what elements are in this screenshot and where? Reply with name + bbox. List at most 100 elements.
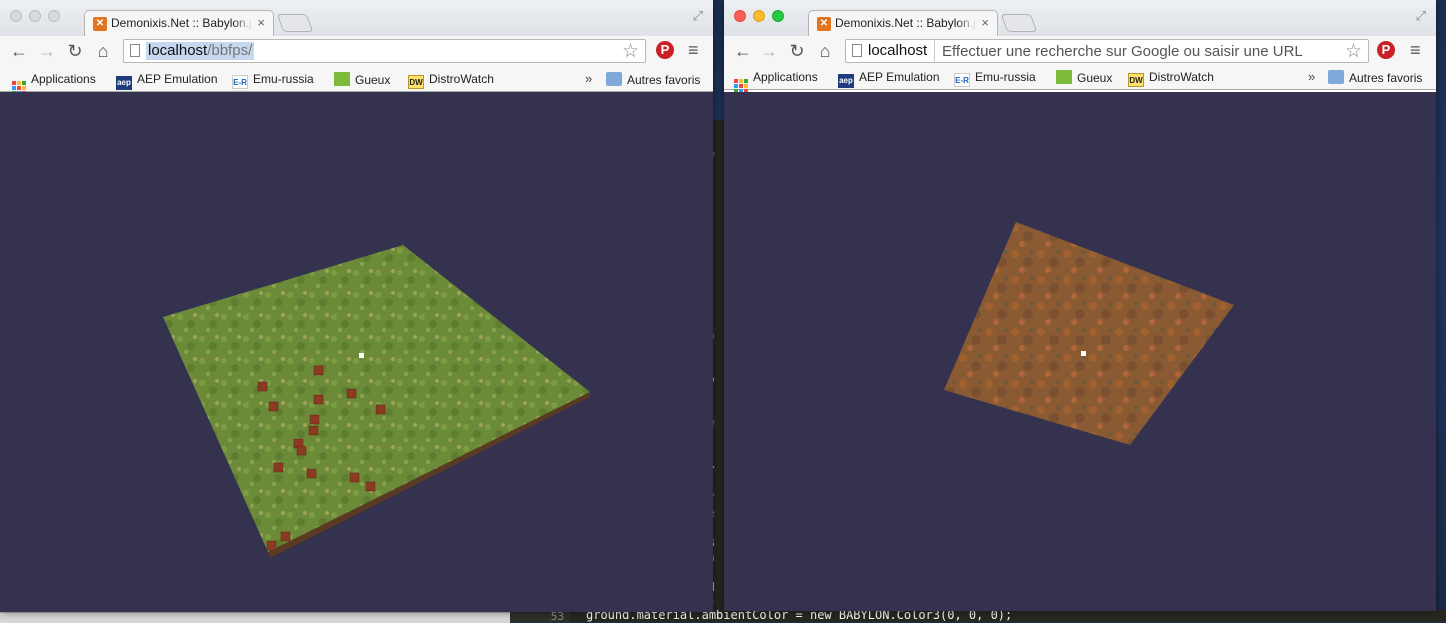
back-button[interactable]: ← [8, 40, 30, 62]
bookmark-other-folder[interactable]: Autres favoris [1328, 70, 1422, 85]
forward-button[interactable]: → [758, 40, 780, 62]
er-icon: E-R [954, 73, 970, 87]
address-url: localhost/bbfps/ [146, 42, 255, 60]
reload-button[interactable]: ↻ [64, 40, 86, 62]
aep-icon: aep [116, 76, 132, 90]
box [306, 468, 317, 479]
box [273, 462, 284, 473]
bookmark-other-folder[interactable]: Autres favoris [606, 72, 700, 87]
folder-icon [1328, 70, 1344, 84]
box [346, 388, 357, 399]
bookmark-emu-russia[interactable]: E-R Emu-russia [954, 70, 1036, 87]
close-window-button[interactable] [10, 10, 22, 22]
menu-icon[interactable]: ≡ [1410, 40, 1421, 61]
home-button[interactable]: ⌂ [814, 40, 836, 62]
ground-plane [163, 245, 590, 552]
bookmarks-bar: Applications aep AEP Emulation E-R Emu-rus… [724, 64, 1436, 93]
box [266, 540, 277, 551]
webgl-canvas[interactable] [0, 92, 713, 612]
bookmark-label: Applications [31, 72, 96, 86]
box [365, 481, 376, 492]
url-path: /bbfps/ [207, 42, 253, 59]
back-button[interactable]: ← [732, 40, 754, 62]
bookmark-emu-russia[interactable]: E-R Emu-russia [232, 72, 314, 89]
url-host: localhost [148, 42, 208, 59]
address-url: localhost [868, 42, 927, 60]
scene-render [944, 222, 1234, 445]
finder-window-edge [0, 612, 510, 623]
box [296, 445, 307, 456]
dw-icon: DW [408, 75, 424, 89]
bookmarks-bar: Applications aep AEP Emulation E-R Emu-rus… [0, 66, 713, 95]
bookmark-applications[interactable]: Applications [734, 70, 818, 93]
zoom-window-button[interactable] [772, 10, 784, 22]
forward-button[interactable]: → [36, 40, 58, 62]
er-icon: E-R [232, 75, 248, 89]
reload-button[interactable]: ↻ [786, 40, 808, 62]
bookmark-distrowatch[interactable]: DW DistroWatch [408, 72, 494, 89]
box [309, 414, 320, 425]
address-bar[interactable]: localhost Effectuer une recherche sur Go… [845, 39, 1369, 63]
gueux-icon [1056, 70, 1072, 84]
address-divider [934, 40, 935, 62]
close-tab-icon[interactable]: × [257, 15, 265, 30]
apps-grid-icon [734, 79, 748, 93]
bookmark-label: Emu-russia [975, 70, 1036, 84]
tab-title: Demonixis.Net :: Babylon.js [835, 16, 977, 30]
titlebar: ✕ Demonixis.Net :: Babylon.js × ⤢ [0, 0, 713, 36]
bookmark-aep-emulation[interactable]: aep AEP Emulation [116, 72, 218, 90]
fullscreen-icon[interactable]: ⤢ [693, 8, 703, 24]
crosshair [1081, 351, 1086, 356]
pinterest-icon[interactable]: P [656, 41, 674, 59]
bookmarks-overflow-icon[interactable]: » [1308, 69, 1315, 84]
bookmark-gueux[interactable]: Gueux [334, 72, 390, 87]
bookmark-star-icon[interactable]: ☆ [622, 40, 639, 63]
bookmark-label: AEP Emulation [859, 70, 940, 84]
bookmark-aep-emulation[interactable]: aep AEP Emulation [838, 70, 940, 88]
home-button[interactable]: ⌂ [92, 40, 114, 62]
aep-icon: aep [838, 74, 854, 88]
crosshair [359, 353, 364, 358]
box [375, 404, 386, 415]
bookmark-distrowatch[interactable]: DW DistroWatch [1128, 70, 1214, 87]
minimize-window-button[interactable] [753, 10, 765, 22]
box [257, 381, 268, 392]
browser-tab[interactable]: ✕ Demonixis.Net :: Babylon.js × [808, 10, 998, 36]
bookmark-label: DistroWatch [429, 72, 494, 86]
close-tab-icon[interactable]: × [981, 15, 989, 30]
browser-window-left: ✕ Demonixis.Net :: Babylon.js × ⤢ ← → ↻ … [0, 0, 713, 612]
box [308, 425, 319, 436]
minimize-window-button[interactable] [29, 10, 41, 22]
window-controls [10, 10, 60, 22]
new-tab-button[interactable] [1000, 14, 1038, 32]
tab-title: Demonixis.Net :: Babylon.js [111, 16, 253, 30]
bookmark-label: AEP Emulation [137, 72, 218, 86]
box [313, 394, 324, 405]
bookmark-star-icon[interactable]: ☆ [1345, 40, 1362, 63]
folder-icon [606, 72, 622, 86]
page-icon [852, 44, 862, 57]
box [349, 472, 360, 483]
close-window-button[interactable] [734, 10, 746, 22]
webgl-canvas[interactable] [724, 92, 1436, 611]
browser-tab[interactable]: ✕ Demonixis.Net :: Babylon.js × [84, 10, 274, 36]
bookmark-label: Autres favoris [1349, 71, 1423, 85]
new-tab-button[interactable] [276, 14, 314, 32]
menu-icon[interactable]: ≡ [688, 40, 699, 61]
search-placeholder: Effectuer une recherche sur Google ou sa… [942, 43, 1303, 60]
address-bar[interactable]: localhost/bbfps/ ☆ [123, 39, 646, 63]
browser-window-right: ✕ Demonixis.Net :: Babylon.js × ⤢ ← → ↻ … [724, 0, 1436, 611]
xampp-icon: ✕ [817, 17, 831, 31]
bookmark-label: Emu-russia [253, 72, 314, 86]
fullscreen-icon[interactable]: ⤢ [1416, 8, 1426, 24]
bookmarks-overflow-icon[interactable]: » [585, 71, 592, 86]
bookmark-gueux[interactable]: Gueux [1056, 70, 1112, 85]
box [268, 401, 279, 412]
pinterest-icon[interactable]: P [1377, 41, 1395, 59]
url-host: localhost [868, 42, 928, 59]
scene-render [163, 245, 590, 558]
box [313, 365, 324, 376]
zoom-window-button[interactable] [48, 10, 60, 22]
bookmark-label: Applications [753, 70, 818, 84]
bookmark-label: DistroWatch [1149, 70, 1214, 84]
